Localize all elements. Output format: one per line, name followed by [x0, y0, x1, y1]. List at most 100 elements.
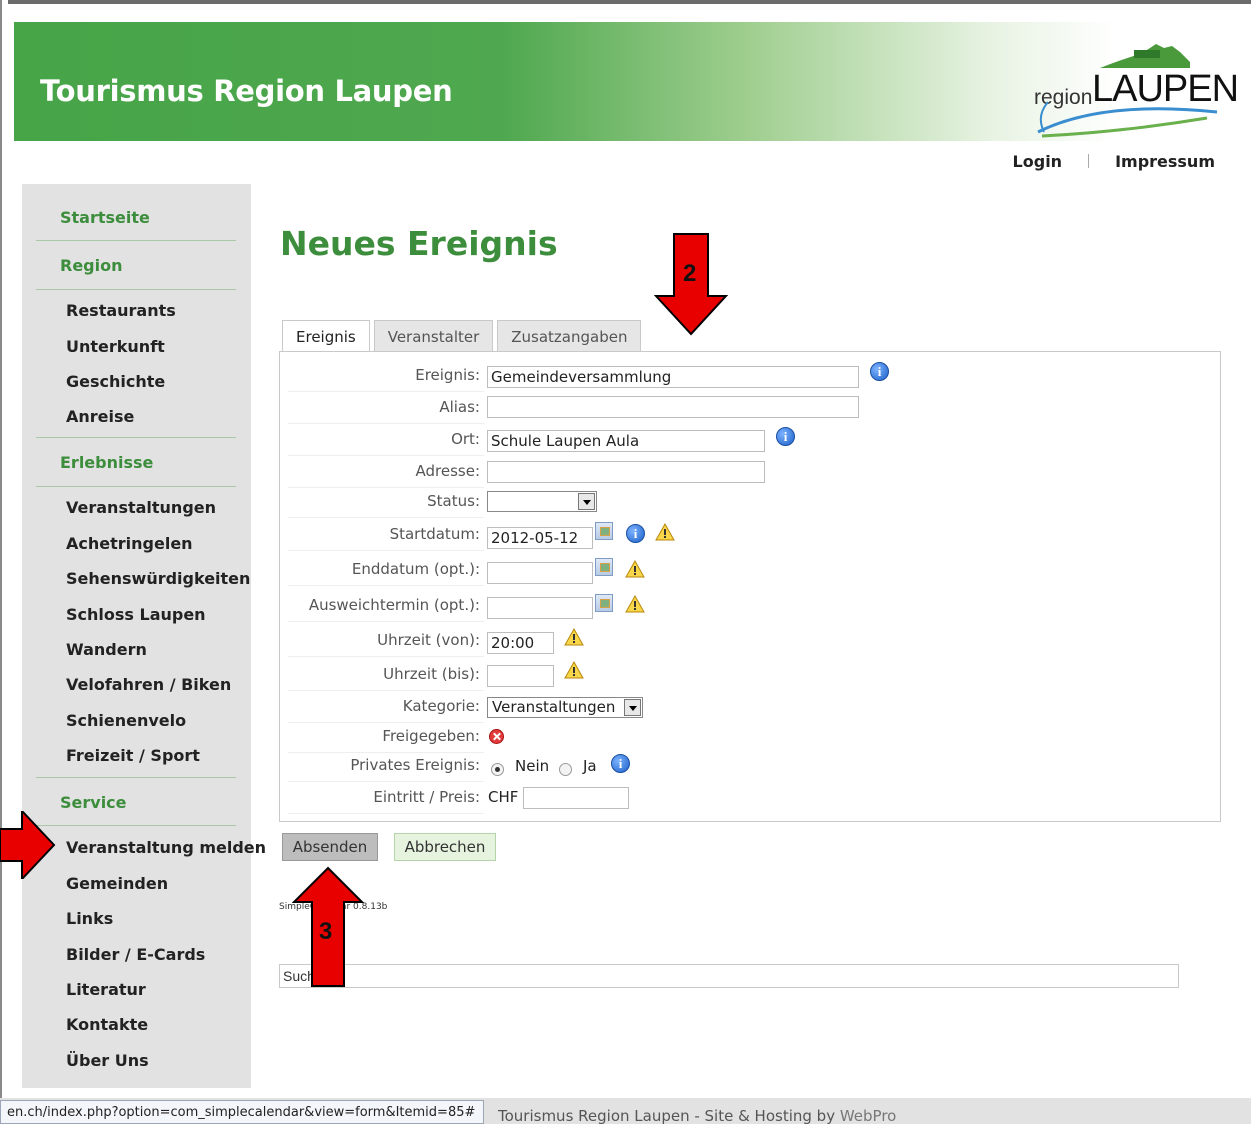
sidebar-item-ueber-uns[interactable]: Über Uns [66, 1051, 149, 1070]
annotation-number-3: 3 [319, 918, 333, 945]
sidebar-item-freizeit-sport[interactable]: Freizeit / Sport [66, 746, 200, 765]
tab-ereignis[interactable]: Ereignis [282, 320, 370, 353]
ereignis-input[interactable] [487, 366, 859, 388]
webpro-link[interactable]: WebPro [840, 1107, 897, 1124]
sidebar-item-veranstaltungen[interactable]: Veranstaltungen [66, 498, 216, 517]
status-select[interactable] [487, 491, 597, 512]
form-row-startdatum: Startdatum: [288, 521, 484, 551]
search-input[interactable] [279, 964, 1179, 988]
sidebar-item-bilder-ecards[interactable]: Bilder / E-Cards [66, 945, 205, 964]
startdatum-input[interactable] [487, 527, 593, 549]
logo-swoosh-icon [1037, 101, 1218, 138]
sidebar-section-startseite[interactable]: Startseite [60, 208, 150, 227]
warning-icon [625, 560, 645, 578]
footer-credit: Tourismus Region Laupen - Site & Hosting… [498, 1107, 840, 1124]
enddatum-input[interactable] [487, 562, 593, 584]
ausweichtermin-input[interactable] [487, 597, 593, 619]
sidebar-item-gemeinden[interactable]: Gemeinden [66, 874, 168, 893]
form-row-enddatum: Enddatum (opt.): [288, 556, 484, 586]
login-link[interactable]: Login [1013, 152, 1063, 171]
sidebar-divider [36, 825, 236, 826]
privat-ja-label: Ja [583, 757, 597, 775]
info-icon[interactable]: i [611, 754, 630, 773]
sidebar-item-anreise[interactable]: Anreise [66, 407, 134, 426]
calendar-icon[interactable] [595, 558, 613, 576]
submit-button[interactable]: Absenden [282, 833, 378, 861]
sidebar-item-restaurants[interactable]: Restaurants [66, 301, 176, 320]
info-icon[interactable]: i [626, 524, 645, 543]
not-approved-icon [489, 729, 504, 744]
adresse-input[interactable] [487, 461, 765, 483]
startdatum-label: Startdatum: [389, 525, 480, 543]
form-row-kategorie: Kategorie: [288, 693, 484, 723]
sidebar-item-links[interactable]: Links [66, 909, 113, 928]
sidebar-item-veranstaltung-melden[interactable]: Veranstaltung melden [66, 838, 266, 857]
form-row-ausweichtermin: Ausweichtermin (opt.): [288, 592, 484, 622]
impressum-link[interactable]: Impressum [1115, 152, 1215, 171]
warning-icon [625, 595, 645, 613]
privat-nein-radio[interactable] [491, 763, 504, 776]
site-header: Tourismus Region Laupen region LAUPEN [14, 22, 1239, 142]
form-tabs: Ereignis Veranstalter Zusatzangaben [282, 320, 645, 353]
privat-ja-radio[interactable] [559, 763, 572, 776]
kategorie-value: Veranstaltungen [492, 698, 616, 716]
sidebar-item-velofahren[interactable]: Velofahren / Biken [66, 675, 231, 694]
sidebar-item-achetringelen[interactable]: Achetringelen [66, 534, 193, 553]
sidebar-item-schloss-laupen[interactable]: Schloss Laupen [66, 605, 206, 624]
ort-label: Ort: [451, 430, 480, 448]
form-row-status: Status: [288, 488, 484, 518]
alias-input[interactable] [487, 396, 859, 418]
sidebar-item-geschichte[interactable]: Geschichte [66, 372, 165, 391]
form-row-ereignis: Ereignis: [288, 362, 484, 392]
uhrzeit-bis-input[interactable] [487, 665, 554, 687]
calendar-icon[interactable] [595, 594, 613, 612]
sidebar-section-erlebnisse[interactable]: Erlebnisse [60, 453, 153, 472]
eintritt-label: Eintritt / Preis: [373, 788, 480, 806]
site-title: Tourismus Region Laupen [40, 74, 453, 108]
eintritt-input[interactable] [523, 787, 629, 809]
ereignis-label: Ereignis: [415, 366, 480, 384]
uhrzeit-bis-label: Uhrzeit (bis): [383, 665, 480, 683]
cancel-button[interactable]: Abbrechen [394, 833, 496, 861]
tab-zusatzangaben[interactable]: Zusatzangaben [497, 320, 642, 352]
privat-nein-label: Nein [515, 757, 550, 775]
kategorie-select[interactable]: Veranstaltungen [487, 697, 643, 718]
sidebar-divider [36, 289, 236, 290]
form-row-uhrzeit-von: Uhrzeit (von): [288, 627, 484, 657]
page-title: Neues Ereignis [280, 224, 558, 263]
tab-veranstalter[interactable]: Veranstalter [373, 320, 494, 352]
alias-label: Alias: [439, 398, 480, 416]
form-row-uhrzeit-bis: Uhrzeit (bis): [288, 661, 484, 691]
ausweichtermin-label: Ausweichtermin (opt.): [308, 596, 480, 614]
sidebar-section-region[interactable]: Region [60, 256, 123, 275]
sidebar-divider [36, 240, 236, 241]
form-row-freigegeben: Freigegeben: [288, 723, 484, 753]
window-left-border [0, 0, 8, 1100]
privates-ereignis-label: Privates Ereignis: [350, 756, 480, 774]
chevron-down-icon [624, 699, 641, 716]
warning-icon [655, 523, 675, 541]
sidebar-item-unterkunft[interactable]: Unterkunft [66, 337, 165, 356]
kategorie-label: Kategorie: [402, 697, 480, 715]
calendar-icon[interactable] [595, 522, 613, 540]
sidebar-item-literatur[interactable]: Literatur [66, 980, 146, 999]
castle-hill-icon [1100, 44, 1190, 68]
footer-text: Tourismus Region Laupen - Site & Hosting… [498, 1107, 896, 1124]
nav-separator [1088, 154, 1090, 168]
sidebar-item-sehenswuerdigkeiten[interactable]: Sehenswürdigkeiten [66, 569, 250, 588]
ort-input[interactable] [487, 430, 765, 452]
uhrzeit-von-input[interactable] [487, 632, 554, 654]
uhrzeit-von-label: Uhrzeit (von): [377, 631, 480, 649]
info-icon[interactable]: i [776, 427, 795, 446]
sidebar-section-service[interactable]: Service [60, 793, 127, 812]
currency-label: CHF [488, 788, 519, 806]
region-laupen-logo[interactable]: region LAUPEN [1022, 30, 1239, 142]
sidebar-item-kontakte[interactable]: Kontakte [66, 1015, 148, 1034]
form-row-privates-ereignis: Privates Ereignis: [288, 752, 484, 782]
info-icon[interactable]: i [870, 362, 889, 381]
sidebar-item-schienenvelo[interactable]: Schienenvelo [66, 711, 186, 730]
status-label: Status: [427, 492, 480, 510]
sidebar-divider [36, 437, 236, 438]
freigegeben-label: Freigegeben: [382, 727, 480, 745]
sidebar-item-wandern[interactable]: Wandern [66, 640, 147, 659]
